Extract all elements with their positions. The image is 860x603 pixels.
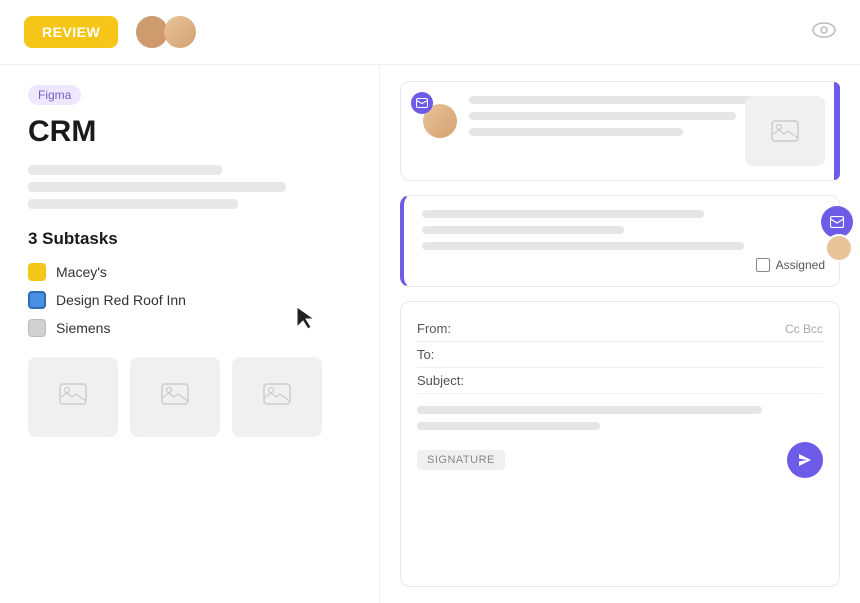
assigned-label: Assigned <box>776 258 825 272</box>
send-button[interactable] <box>787 442 823 478</box>
desc-line-2 <box>28 182 286 192</box>
image-icon-2 <box>161 383 189 411</box>
avatars <box>134 14 198 50</box>
desc-line-3 <box>28 199 238 209</box>
card1-line-3 <box>469 128 683 136</box>
compose-to-field: To: <box>417 342 823 368</box>
card2-line-2 <box>422 226 624 234</box>
compose-subject-label: Subject: <box>417 373 477 388</box>
subtask-label-siemens: Siemens <box>56 320 110 336</box>
body-line-2 <box>417 422 600 430</box>
image-icon-1 <box>59 383 87 411</box>
signature-button[interactable]: SIGNATURE <box>417 450 505 470</box>
card1-line-1 <box>469 96 789 104</box>
card1-content <box>469 96 825 166</box>
main-layout: Figma CRM 3 Subtasks Macey's Design Red … <box>0 65 860 603</box>
subtask-item-maceys[interactable]: Macey's <box>28 263 351 281</box>
right-panel: Assigned From: Cc Bcc To: Subject: <box>380 65 860 603</box>
compose-to-label: To: <box>417 347 477 362</box>
compose-footer: SIGNATURE <box>417 442 823 478</box>
compose-body[interactable] <box>417 406 823 430</box>
avatar-2 <box>162 14 198 50</box>
email-card-1[interactable] <box>400 81 840 181</box>
cc-bcc-label[interactable]: Cc Bcc <box>785 322 823 336</box>
card1-line-2 <box>469 112 736 120</box>
card1-accent <box>834 82 840 180</box>
subtask-label-design-red-roof: Design Red Roof Inn <box>56 292 186 308</box>
compose-from-field: From: Cc Bcc <box>417 316 823 342</box>
figma-tag: Figma <box>28 85 81 105</box>
card2-line-3 <box>422 242 744 250</box>
left-panel: Figma CRM 3 Subtasks Macey's Design Red … <box>0 65 380 603</box>
card2-avatar <box>825 234 853 262</box>
subtask-icon-yellow <box>28 263 46 281</box>
top-bar: REVIEW <box>0 0 860 65</box>
card2-lines <box>422 210 825 250</box>
project-title: CRM <box>28 115 351 149</box>
email-badge-1 <box>411 92 433 114</box>
assigned-badge: Assigned <box>422 258 825 272</box>
body-line-1 <box>417 406 762 414</box>
subtask-list: Macey's Design Red Roof Inn Siemens <box>28 263 351 337</box>
review-button[interactable]: REVIEW <box>24 16 118 48</box>
compose-from-label: From: <box>417 321 477 336</box>
subtask-label-maceys: Macey's <box>56 264 107 280</box>
card2-line-1 <box>422 210 704 218</box>
thumbnail-2[interactable] <box>130 357 220 437</box>
subtask-item-design-red-roof[interactable]: Design Red Roof Inn <box>28 291 351 309</box>
email-avatar-outer-1 <box>415 96 457 138</box>
compose-subject-field: Subject: <box>417 368 823 394</box>
thumbnail-1[interactable] <box>28 357 118 437</box>
subtasks-title: 3 Subtasks <box>28 229 351 249</box>
subtask-item-siemens[interactable]: Siemens <box>28 319 351 337</box>
email-card-2[interactable]: Assigned <box>400 195 840 287</box>
subtask-icon-gray <box>28 319 46 337</box>
top-bar-left: REVIEW <box>24 14 198 50</box>
email-card-1-header <box>415 96 825 166</box>
description-lines <box>28 165 351 209</box>
image-icon-3 <box>263 383 291 411</box>
desc-line-1 <box>28 165 222 175</box>
compose-area: From: Cc Bcc To: Subject: SIGNATURE <box>400 301 840 587</box>
card2-avatar-container <box>821 206 853 262</box>
card1-image <box>745 96 825 166</box>
assigned-checkbox[interactable] <box>756 258 770 272</box>
eye-icon[interactable] <box>812 21 836 44</box>
subtask-icon-blue <box>28 291 46 309</box>
thumbnail-row <box>28 357 351 437</box>
thumbnail-3[interactable] <box>232 357 322 437</box>
